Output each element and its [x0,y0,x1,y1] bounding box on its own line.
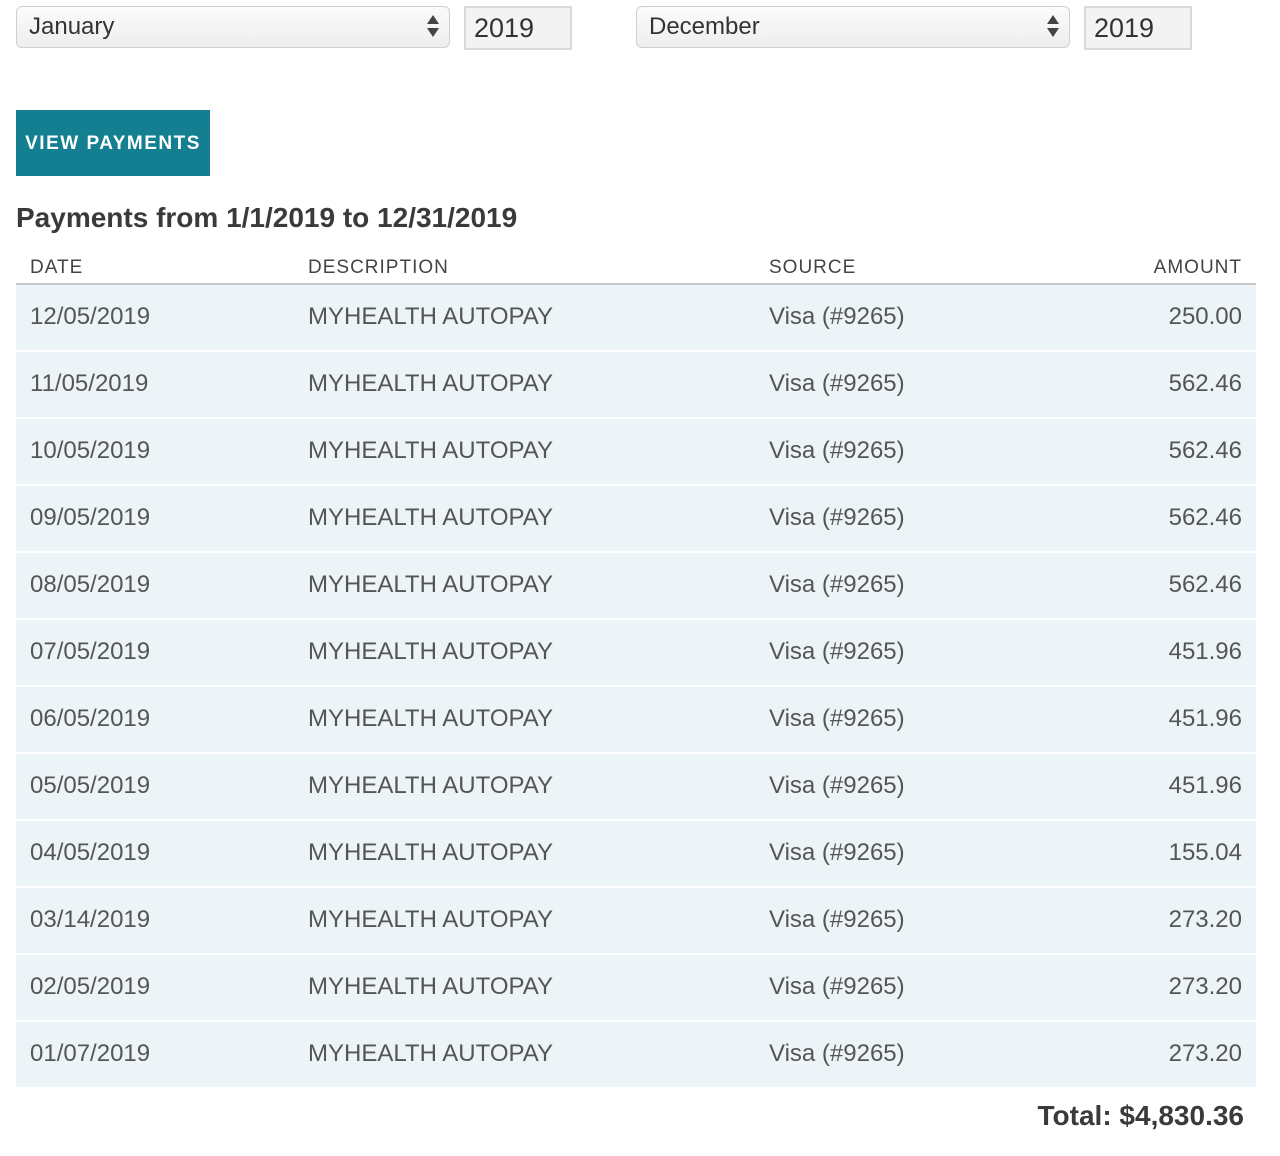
cell-date: 07/05/2019 [30,638,151,665]
cell-amount: 451.96 [1168,705,1242,732]
table-row: 12/05/2019 MYHEALTH AUTOPAY Visa (#9265)… [16,285,1256,350]
cell-description: MYHEALTH AUTOPAY [308,370,553,397]
cell-source: Visa (#9265) [769,973,905,1000]
cell-description: MYHEALTH AUTOPAY [308,772,553,799]
cell-source: Visa (#9265) [769,772,905,799]
cell-date: 04/05/2019 [30,839,151,866]
cell-date: 02/05/2019 [30,973,151,1000]
cell-description: MYHEALTH AUTOPAY [308,839,553,866]
table-row: 02/05/2019 MYHEALTH AUTOPAY Visa (#9265)… [16,955,1256,1020]
cell-description: MYHEALTH AUTOPAY [308,973,553,1000]
table-row: 05/05/2019 MYHEALTH AUTOPAY Visa (#9265)… [16,754,1256,819]
cell-description: MYHEALTH AUTOPAY [308,638,553,665]
cell-date: 09/05/2019 [30,504,151,531]
cell-amount: 562.46 [1168,437,1242,464]
column-header-description: DESCRIPTION [308,257,449,278]
table-row: 07/05/2019 MYHEALTH AUTOPAY Visa (#9265)… [16,620,1256,685]
cell-source: Visa (#9265) [769,437,905,464]
select-arrows-icon [1047,13,1059,41]
cell-source: Visa (#9265) [769,839,905,866]
payments-total: Total: $4,830.36 [1037,1100,1244,1131]
cell-amount: 155.04 [1168,839,1242,866]
table-row: 04/05/2019 MYHEALTH AUTOPAY Visa (#9265)… [16,821,1256,886]
cell-amount: 562.46 [1168,571,1242,598]
cell-description: MYHEALTH AUTOPAY [308,303,553,330]
cell-amount: 451.96 [1168,772,1242,799]
cell-source: Visa (#9265) [769,906,905,933]
from-year-input[interactable] [464,6,572,50]
column-header-date: DATE [30,257,84,278]
cell-source: Visa (#9265) [769,504,905,531]
cell-description: MYHEALTH AUTOPAY [308,705,553,732]
cell-date: 11/05/2019 [30,370,149,397]
cell-date: 03/14/2019 [30,906,151,933]
date-range-filters: January December [16,6,1196,50]
cell-description: MYHEALTH AUTOPAY [308,1040,553,1067]
cell-amount: 273.20 [1168,973,1242,1000]
table-header: DATE DESCRIPTION SOURCE AMOUNT [16,252,1256,285]
table-row: 06/05/2019 MYHEALTH AUTOPAY Visa (#9265)… [16,687,1256,752]
cell-amount: 451.96 [1168,638,1242,665]
to-year-input[interactable] [1084,6,1192,50]
cell-date: 06/05/2019 [30,705,151,732]
table-row: 09/05/2019 MYHEALTH AUTOPAY Visa (#9265)… [16,486,1256,551]
cell-date: 05/05/2019 [30,772,151,799]
cell-description: MYHEALTH AUTOPAY [308,571,553,598]
table-row: 01/07/2019 MYHEALTH AUTOPAY Visa (#9265)… [16,1022,1256,1087]
cell-source: Visa (#9265) [769,1040,905,1067]
cell-date: 12/05/2019 [30,303,151,330]
table-body: 12/05/2019 MYHEALTH AUTOPAY Visa (#9265)… [16,285,1256,1087]
cell-amount: 250.00 [1168,303,1242,330]
cell-date: 01/07/2019 [30,1040,151,1067]
select-arrows-icon [427,13,439,41]
cell-source: Visa (#9265) [769,705,905,732]
table-row: 10/05/2019 MYHEALTH AUTOPAY Visa (#9265)… [16,419,1256,484]
cell-amount: 562.46 [1168,504,1242,531]
view-payments-button[interactable]: VIEW PAYMENTS [16,110,210,176]
from-month-value: January [29,13,115,40]
cell-date: 10/05/2019 [30,437,151,464]
cell-amount: 562.46 [1168,370,1242,397]
table-row: 03/14/2019 MYHEALTH AUTOPAY Visa (#9265)… [16,888,1256,953]
cell-source: Visa (#9265) [769,638,905,665]
column-header-amount: AMOUNT [1153,257,1242,278]
column-header-source: SOURCE [769,257,857,278]
cell-description: MYHEALTH AUTOPAY [308,504,553,531]
cell-source: Visa (#9265) [769,571,905,598]
table-row: 08/05/2019 MYHEALTH AUTOPAY Visa (#9265)… [16,553,1256,618]
page-title: Payments from 1/1/2019 to 12/31/2019 [16,202,518,233]
to-month-value: December [649,13,760,40]
cell-source: Visa (#9265) [769,303,905,330]
cell-amount: 273.20 [1168,906,1242,933]
cell-description: MYHEALTH AUTOPAY [308,906,553,933]
cell-date: 08/05/2019 [30,571,151,598]
payments-table: DATE DESCRIPTION SOURCE AMOUNT 12/05/201… [16,252,1256,1087]
to-month-select[interactable]: December [636,6,1070,48]
cell-amount: 273.20 [1168,1040,1242,1067]
from-month-select[interactable]: January [16,6,450,48]
table-row: 11/05/2019 MYHEALTH AUTOPAY Visa (#9265)… [16,352,1256,417]
cell-source: Visa (#9265) [769,370,905,397]
cell-description: MYHEALTH AUTOPAY [308,437,553,464]
